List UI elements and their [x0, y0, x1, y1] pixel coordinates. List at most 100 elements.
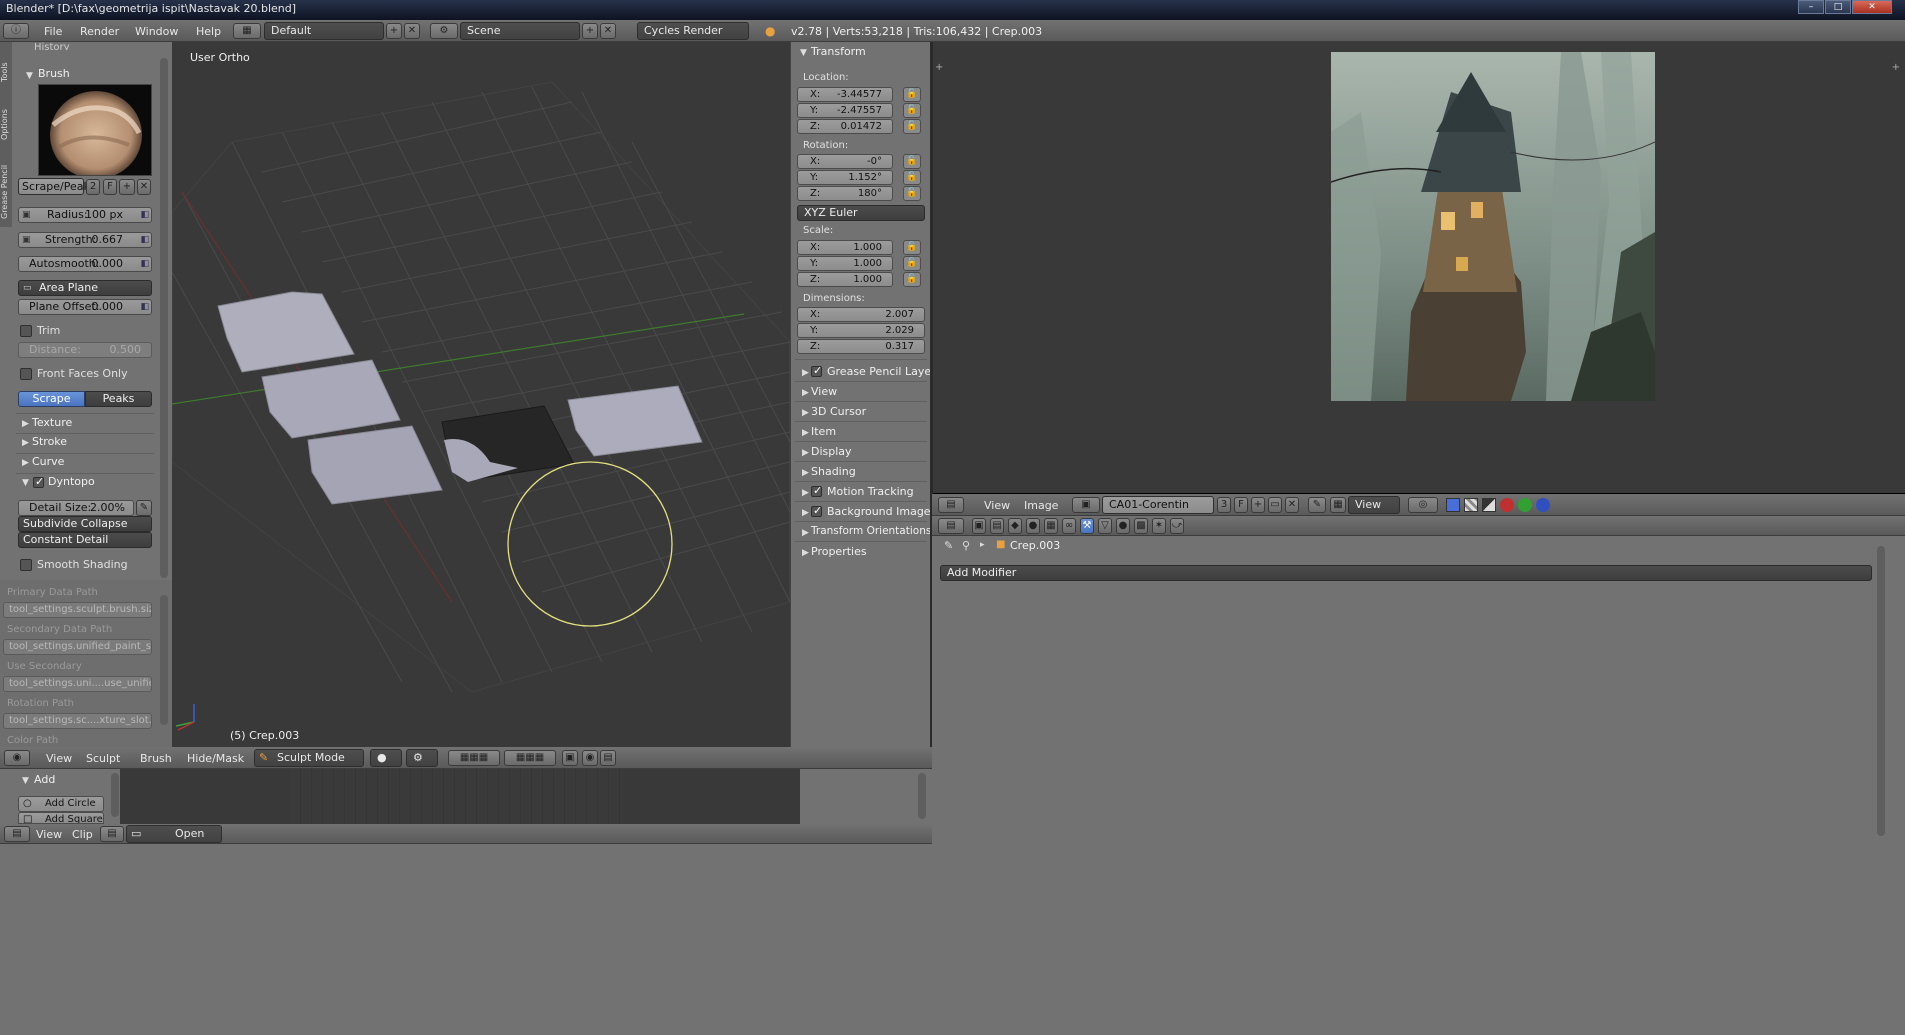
remove-scene-icon[interactable]: ✕ — [600, 23, 616, 39]
dimension-z-field[interactable]: Z: 0.317 — [797, 339, 925, 354]
editor-type-icon[interactable]: ▤ — [4, 826, 30, 842]
add-panel-header[interactable]: Add — [34, 773, 55, 786]
lock-scale-y-icon[interactable]: 🔓 — [903, 256, 921, 271]
image-fake-user[interactable]: F — [1234, 497, 1248, 513]
brush-name-field[interactable]: Scrape/Peaks — [18, 178, 96, 195]
curve-panel-header[interactable]: Curve — [32, 455, 64, 468]
lock-location-z-icon[interactable]: 🔓 — [903, 119, 921, 134]
subdivide-collapse-select[interactable]: Subdivide Collapse — [18, 516, 152, 532]
add-square-button[interactable]: □ Add Square — [18, 812, 104, 824]
clip-toolshelf-scrollbar[interactable] — [111, 773, 119, 817]
clip-editor[interactable]: ▼ Add ○ Add Circle □ Add Square — [0, 769, 932, 824]
image-name-field[interactable]: CA01-Corentin Che... — [1102, 496, 1214, 527]
toolshelf-scrollbar[interactable] — [160, 58, 168, 578]
particles-tab-icon[interactable]: ✶ — [1152, 518, 1166, 534]
panel-properties[interactable]: Properties — [811, 545, 867, 558]
editor-type-icon[interactable]: ▤ — [938, 518, 964, 534]
image-browse-icon[interactable]: ▣ — [1072, 497, 1100, 513]
panel-shading[interactable]: Shading — [811, 465, 856, 478]
remove-screen-icon[interactable]: ✕ — [404, 23, 420, 39]
tab-tools[interactable]: Tools — [0, 52, 12, 92]
image-editor[interactable]: + + — [932, 42, 1905, 493]
dyntopo-panel-header[interactable]: Dyntopo — [48, 475, 95, 488]
front-faces-checkbox[interactable] — [20, 368, 32, 380]
blue-channel-icon[interactable] — [1536, 498, 1550, 512]
expand-icon[interactable]: ▶ — [802, 368, 809, 378]
transform-collapse-icon[interactable]: ▼ — [800, 48, 807, 58]
material-tab-icon[interactable]: ● — [1116, 518, 1130, 534]
view-mode-select[interactable]: View — [1348, 496, 1400, 514]
menu-help[interactable]: Help — [196, 25, 221, 38]
lock-scale-z-icon[interactable]: 🔓 — [903, 272, 921, 287]
panel-display[interactable]: Display — [811, 445, 852, 458]
viewport-shading-select[interactable]: ● — [370, 749, 402, 767]
transform-panel-header[interactable]: Transform — [811, 45, 866, 58]
scale-z-field[interactable]: Z: 1.000 — [797, 272, 893, 287]
menu-image[interactable]: Image — [1024, 499, 1058, 512]
menu-render[interactable]: Render — [80, 25, 119, 38]
scrape-toggle[interactable]: Scrape — [18, 391, 85, 407]
red-channel-icon[interactable] — [1500, 498, 1514, 512]
trim-checkbox[interactable] — [20, 325, 32, 337]
lock-rotation-z-icon[interactable]: 🔓 — [903, 186, 921, 201]
render-anim-icon[interactable]: ▤ — [600, 750, 616, 766]
clip-track-area[interactable] — [290, 769, 624, 824]
properties-toggle-icon[interactable]: + — [1892, 62, 1900, 73]
close-window-button[interactable]: ✕ — [1852, 0, 1892, 14]
dyntopo-collapse-icon[interactable]: ▼ — [22, 478, 29, 488]
strength-field[interactable]: ▣ Strength: 0.667 ◧ — [18, 232, 152, 248]
pivot-select[interactable]: ⚙ — [406, 749, 438, 767]
remove-brush-icon[interactable]: ✕ — [137, 179, 151, 195]
menu-view[interactable]: View — [36, 828, 62, 841]
clip-scrollbar[interactable] — [918, 773, 926, 819]
screen-layout-field[interactable]: Default — [264, 22, 384, 40]
use-secondary-field[interactable]: tool_settings.uni....use_unified_size — [3, 676, 152, 692]
pressure-icon[interactable]: ◧ — [140, 300, 149, 314]
display-alpha-icon[interactable] — [1464, 498, 1478, 512]
expand-icon[interactable]: ▶ — [802, 488, 809, 498]
pressure-icon[interactable]: ◧ — [140, 233, 149, 247]
tab-options[interactable]: Options — [0, 100, 12, 150]
dimension-x-field[interactable]: X: 2.007 — [797, 307, 925, 322]
add-scene-icon[interactable]: + — [582, 23, 598, 39]
menu-brush[interactable]: Brush — [140, 752, 172, 765]
expand-icon[interactable]: ▶ — [802, 408, 809, 418]
curve-expand-icon[interactable]: ▶ — [22, 458, 29, 468]
menu-window[interactable]: Window — [135, 25, 178, 38]
panel-3d-cursor[interactable]: 3D Cursor — [811, 405, 866, 418]
lock-scale-x-icon[interactable]: 🔓 — [903, 240, 921, 255]
layer-buttons[interactable]: ▦▦▦ — [504, 750, 556, 766]
stroke-panel-header[interactable]: Stroke — [32, 435, 67, 448]
unlink-image-icon[interactable]: ✕ — [1285, 497, 1299, 513]
pin-icon[interactable]: ✎ — [944, 539, 953, 552]
rotation-y-field[interactable]: Y: 1.152° — [797, 170, 893, 185]
toolshelf-toggle-icon[interactable]: + — [935, 62, 943, 73]
viewport-scene[interactable] — [172, 42, 790, 747]
sculpt-tile[interactable] — [307, 425, 443, 505]
physics-tab-icon[interactable]: ⤻ — [1170, 518, 1184, 534]
maximize-button[interactable]: □ — [1825, 0, 1851, 14]
stroke-expand-icon[interactable]: ▶ — [22, 438, 29, 448]
pressure-icon[interactable]: ◧ — [140, 208, 149, 222]
lock-rotation-y-icon[interactable]: 🔓 — [903, 170, 921, 185]
menu-file[interactable]: File — [44, 25, 62, 38]
pressure-icon[interactable]: ◧ — [140, 257, 149, 271]
pin-icon[interactable]: ✎ — [1308, 497, 1326, 513]
panel-grease-pencil-layers[interactable]: Grease Pencil Layers — [827, 365, 941, 378]
expand-icon[interactable]: ▶ — [802, 528, 809, 538]
layer-buttons[interactable]: ▦▦▦ — [448, 750, 500, 766]
screen-layout-icon[interactable]: ▦ — [233, 23, 261, 39]
expand-icon[interactable]: ▶ — [802, 508, 809, 518]
panel-transform-orientations[interactable]: Transform Orientations — [811, 525, 931, 537]
scene-tab-icon[interactable]: ◆ — [1008, 518, 1022, 534]
distance-field[interactable]: Distance: 0.500 — [18, 342, 152, 358]
constant-detail-select[interactable]: Constant Detail — [18, 532, 152, 548]
rotation-mode-select[interactable]: XYZ Euler — [797, 205, 925, 221]
new-image-icon[interactable]: + — [1251, 497, 1265, 513]
scale-x-field[interactable]: X: 1.000 — [797, 240, 893, 255]
add-modifier-select[interactable]: Add Modifier — [940, 565, 1872, 581]
brush-preview[interactable] — [38, 84, 152, 176]
render-engine-select[interactable]: Cycles Render — [637, 22, 749, 40]
modifiers-tab-icon[interactable]: ⚒ — [1080, 518, 1094, 534]
render-tab-icon[interactable]: ▣ — [972, 518, 986, 534]
